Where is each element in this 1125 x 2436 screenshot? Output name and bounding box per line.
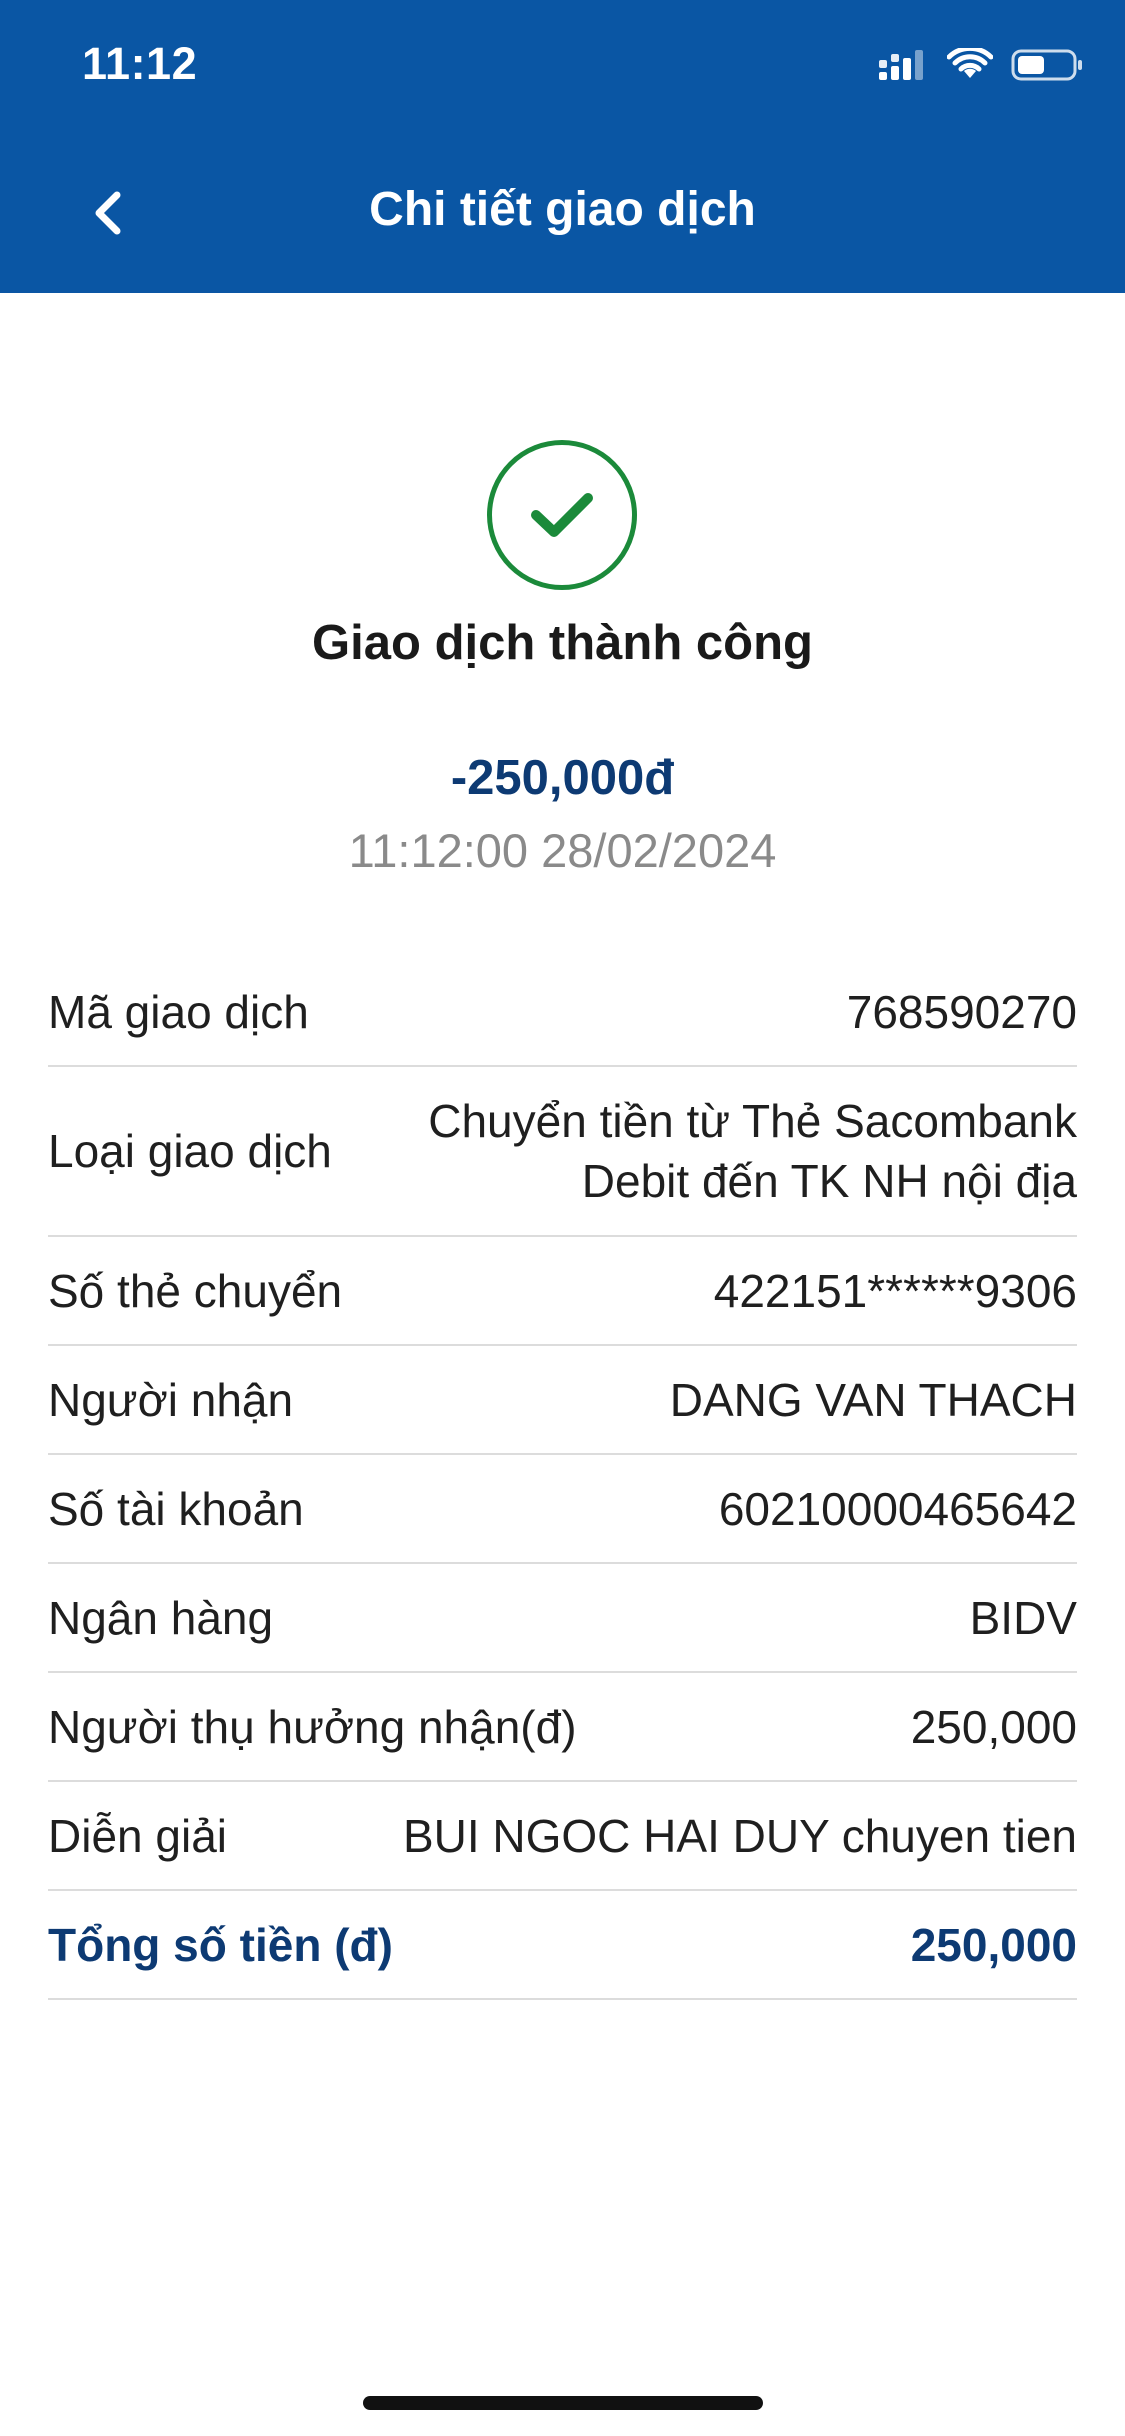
detail-value: 422151******9306 xyxy=(713,1264,1077,1317)
detail-value: BUI NGOC HAI DUY chuyen tien xyxy=(402,1809,1077,1862)
wifi-icon xyxy=(946,45,994,87)
detail-label: Diễn giải xyxy=(48,1809,227,1862)
detail-value: 60210000465642 xyxy=(718,1482,1077,1535)
detail-row-beneficiary-amount: Người thụ hưởng nhận(đ) 250,000 xyxy=(48,1673,1077,1782)
detail-row-transaction-id: Mã giao dịch 768590270 xyxy=(48,958,1077,1067)
app-header: 11:12 Chi tiết giao dịch xyxy=(0,0,1125,293)
detail-value: 250,000 xyxy=(910,1700,1077,1753)
total-label: Tổng số tiền (đ) xyxy=(48,1918,393,1971)
detail-label: Người nhận xyxy=(48,1373,294,1426)
battery-icon xyxy=(1011,48,1085,87)
status-bar-time: 11:12 xyxy=(82,38,198,89)
total-value: 250,000 xyxy=(910,1918,1077,1971)
detail-label: Số tài khoản xyxy=(48,1482,304,1535)
transaction-details: Mã giao dịch 768590270 Loại giao dịch Ch… xyxy=(48,958,1077,2000)
detail-value: 768590270 xyxy=(846,985,1077,1038)
detail-row-description: Diễn giải BUI NGOC HAI DUY chuyen tien xyxy=(48,1782,1077,1891)
detail-value: BIDV xyxy=(969,1591,1077,1644)
check-icon xyxy=(531,493,593,537)
detail-value: DANG VAN THACH xyxy=(669,1373,1077,1426)
result-title: Giao dịch thành công xyxy=(312,616,813,670)
detail-label: Số thẻ chuyển xyxy=(48,1264,343,1317)
detail-value: Chuyển tiền từ Thẻ Sacombank Debit đến T… xyxy=(428,1095,1077,1207)
detail-row-bank: Ngân hàng BIDV xyxy=(48,1564,1077,1673)
detail-label: Mã giao dịch xyxy=(48,985,309,1038)
signal-icon xyxy=(877,48,929,87)
detail-label: Loại giao dịch xyxy=(48,1125,332,1177)
detail-row-card-number: Số thẻ chuyển 422151******9306 xyxy=(48,1237,1077,1346)
page-title: Chi tiết giao dịch xyxy=(369,183,756,236)
detail-row-recipient: Người nhận DANG VAN THACH xyxy=(48,1346,1077,1455)
detail-row-total: Tổng số tiền (đ) 250,000 xyxy=(48,1891,1077,2000)
home-indicator[interactable] xyxy=(363,2396,763,2410)
transaction-amount: -250,000đ xyxy=(450,751,675,805)
detail-row-account-number: Số tài khoản 60210000465642 xyxy=(48,1455,1077,1564)
detail-label: Người thụ hưởng nhận(đ) xyxy=(48,1700,577,1753)
transaction-datetime: 11:12:00 28/02/2024 xyxy=(348,824,777,877)
status-bar-icons xyxy=(877,45,1085,87)
success-status xyxy=(487,440,637,590)
detail-label: Ngân hàng xyxy=(48,1591,274,1644)
detail-row-transaction-type: Loại giao dịch Chuyển tiền từ Thẻ Sacomb… xyxy=(48,1067,1077,1237)
